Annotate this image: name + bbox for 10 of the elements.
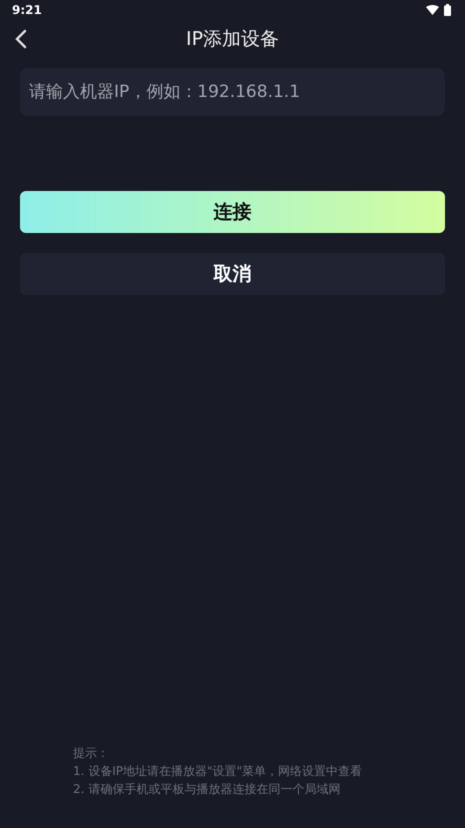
tip-text: 1. 设备IP地址请在播放器"设置"菜单，网络设置中查看 [73,763,364,780]
status-time: 9:21 [12,3,42,17]
tips-heading: 提示： [73,745,110,762]
cancel-button[interactable]: 取消 [20,253,445,295]
wifi-icon [426,5,439,15]
page-title: IP添加设备 [186,27,280,52]
battery-icon [444,4,451,16]
tip-text: 2. 请确保手机或平板与播放器连接在同一个局域网 [73,781,342,798]
connect-button[interactable]: 连接 [20,191,445,233]
ip-input-field[interactable]: 请输入机器IP，例如：192.168.1.1 [20,68,445,116]
